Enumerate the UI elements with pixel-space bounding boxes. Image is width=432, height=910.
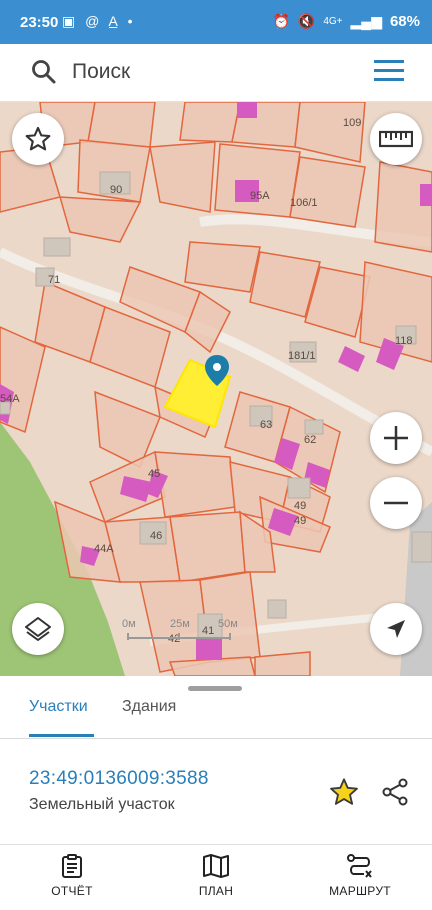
map-label: 106/1 xyxy=(290,197,318,209)
scale-line xyxy=(127,633,231,640)
active-tab-indicator xyxy=(29,734,94,737)
alarm-icon: ⏰ xyxy=(272,13,290,29)
status-bar: 23:50 ▣ @ A̲ • ⏰ 🔇 4G+ ▂▄▆ 68% xyxy=(0,0,432,44)
layers-button[interactable] xyxy=(12,603,64,655)
my-location-button[interactable] xyxy=(370,603,422,655)
signal-icon: ▂▄▆ xyxy=(350,13,382,29)
bottom-navigation: ОТЧЁТ ПЛАН МАРШРУТ xyxy=(0,844,432,910)
map-label: 49 xyxy=(294,515,307,527)
route-icon xyxy=(347,854,372,878)
scale-bar: 0м 25м 50м xyxy=(122,618,242,642)
map-label: 181/1 xyxy=(288,350,316,362)
map-label: 54А xyxy=(0,393,20,405)
share-icon[interactable] xyxy=(380,777,410,807)
cadastral-map[interactable]: 109 90 95А 106/1 71 181/1 118 54А 63 62 … xyxy=(0,102,432,676)
battery-percent: 68% xyxy=(389,13,420,30)
sheet-drag-handle[interactable] xyxy=(188,686,242,691)
map-layer xyxy=(0,102,432,676)
map-label: 63 xyxy=(260,419,273,431)
map-label: 90 xyxy=(110,184,123,196)
report-clipboard-icon xyxy=(62,854,82,878)
tab-buildings[interactable]: Здания xyxy=(122,698,176,738)
nav-route-label: МАРШРУТ xyxy=(329,884,391,898)
nav-plan[interactable]: ПЛАН xyxy=(161,853,271,898)
search-icon[interactable] xyxy=(30,58,58,86)
map-label: 62 xyxy=(304,434,317,446)
map-label: 71 xyxy=(48,274,61,286)
network-label: 4G+ xyxy=(323,16,343,27)
layers-icon xyxy=(25,617,51,641)
map-label: 49 xyxy=(294,500,307,512)
notification-icons: ▣ @ A̲ • xyxy=(62,13,136,29)
favorites-button[interactable] xyxy=(12,113,64,165)
cadastral-number[interactable]: 23:49:0136009:3588 xyxy=(29,768,209,790)
status-right: ⏰ 🔇 4G+ ▂▄▆ 68% xyxy=(272,13,420,30)
sheet-divider xyxy=(0,738,432,739)
navigation-arrow-icon xyxy=(387,620,405,638)
plus-icon xyxy=(384,426,408,450)
menu-icon[interactable] xyxy=(374,58,404,84)
object-type: Земельный участок xyxy=(29,796,175,813)
star-outline-icon xyxy=(25,126,51,151)
zoom-in-button[interactable] xyxy=(370,412,422,464)
tab-parcels[interactable]: Участки xyxy=(29,698,88,738)
search-input[interactable] xyxy=(72,54,362,90)
bottom-sheet: Участки Здания 23:49:0136009:3588 Земель… xyxy=(0,676,432,844)
map-label: 46 xyxy=(150,530,163,542)
mute-icon: 🔇 xyxy=(297,13,316,29)
map-label: 118 xyxy=(395,335,413,347)
ruler-button[interactable] xyxy=(370,113,422,165)
minus-icon xyxy=(384,501,408,505)
map-label: 45 xyxy=(148,468,161,480)
search-bar xyxy=(0,44,432,102)
map-label: 95А xyxy=(250,190,270,202)
map-label: 109 xyxy=(343,117,362,129)
nav-report[interactable]: ОТЧЁТ xyxy=(17,853,127,898)
favorite-star-icon[interactable] xyxy=(328,776,360,808)
nav-plan-label: ПЛАН xyxy=(198,884,234,898)
status-time: 23:50 xyxy=(20,14,59,31)
map-label: 44А xyxy=(94,543,114,555)
ruler-icon xyxy=(379,130,413,148)
zoom-out-button[interactable] xyxy=(370,477,422,529)
nav-route[interactable]: МАРШРУТ xyxy=(305,853,415,898)
map-plan-icon xyxy=(203,854,229,878)
nav-report-label: ОТЧЁТ xyxy=(51,884,93,898)
